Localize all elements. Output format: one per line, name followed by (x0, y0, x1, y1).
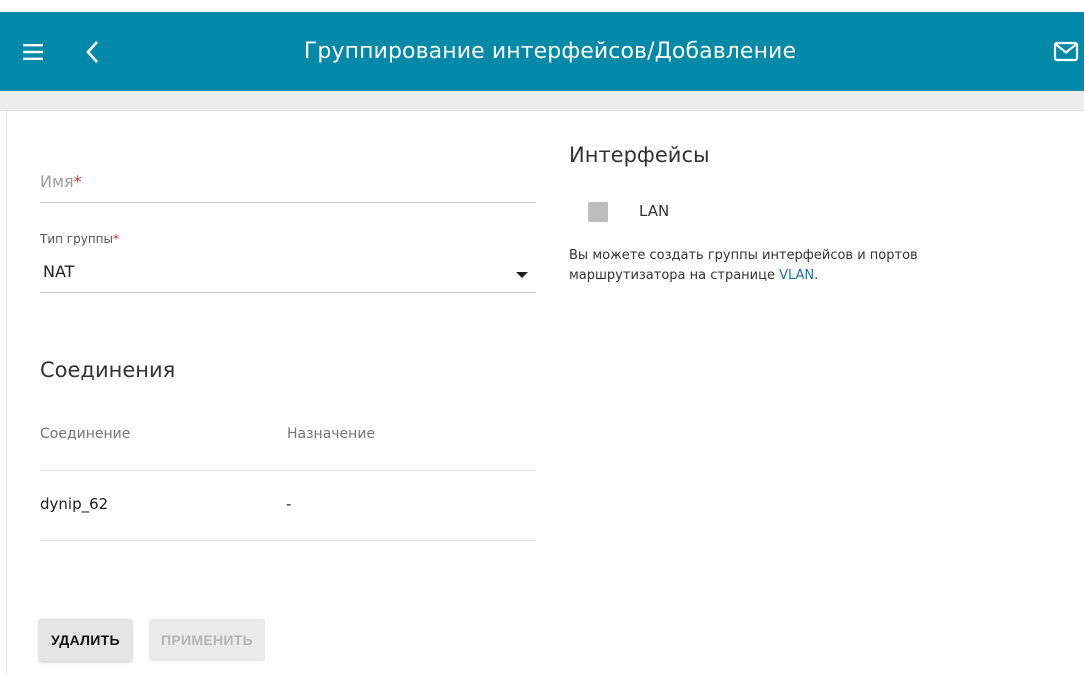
interfaces-title: Интерфейсы (569, 143, 710, 167)
lan-checkbox-label: LAN (639, 202, 670, 220)
group-type-select[interactable]: Тип группы* NAT (40, 228, 536, 293)
page-title: Группирование интерфейсов/Добавление (303, 39, 797, 64)
table-divider (40, 470, 536, 471)
lan-checkbox[interactable] (588, 202, 608, 222)
group-type-label: Тип группы* (40, 232, 119, 246)
divider (6, 111, 7, 675)
name-field[interactable]: Имя* (40, 160, 536, 203)
connections-title: Соединения (40, 358, 176, 382)
name-placeholder: Имя* (40, 172, 82, 191)
app-header: Группирование интерфейсов/Добавление (0, 12, 1084, 91)
table-cell-destination: - (286, 495, 292, 513)
mail-icon[interactable] (1053, 41, 1079, 63)
caret-down-icon (516, 272, 528, 278)
table-divider (40, 540, 536, 541)
required-mark: * (112, 232, 119, 246)
vlan-link[interactable]: VLAN (779, 268, 814, 283)
column-header-destination: Назначение (287, 426, 376, 442)
column-header-connection: Соединение (40, 426, 131, 442)
chevron-left-icon[interactable] (82, 39, 106, 65)
delete-button[interactable]: УДАЛИТЬ (39, 619, 132, 661)
top-strip (0, 0, 1084, 12)
apply-button[interactable]: ПРИМЕНИТЬ (149, 619, 265, 661)
table-cell-connection: dynip_62 (40, 495, 109, 513)
toolbar-strip (0, 91, 1084, 111)
required-mark: * (73, 172, 82, 191)
hamburger-menu-icon[interactable] (22, 40, 46, 64)
interfaces-note: Вы можете создать группы интерфейсов и п… (569, 248, 918, 283)
group-type-value: NAT (43, 262, 75, 281)
